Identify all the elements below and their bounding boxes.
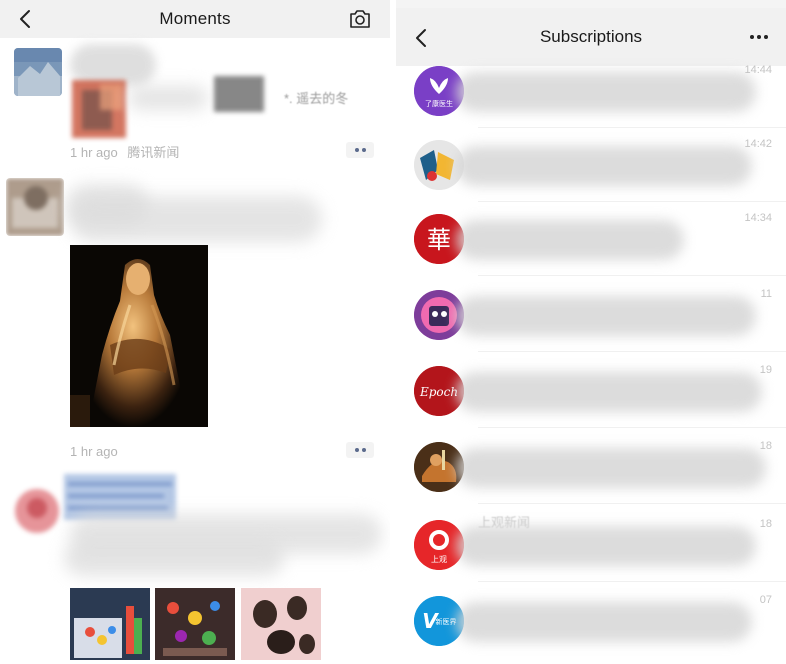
moments-header: Moments [0, 0, 390, 38]
redacted-summary [456, 72, 756, 112]
subscription-item[interactable]: 14:42 [396, 130, 786, 202]
row-divider [478, 503, 786, 504]
badge-text: 了康医生 [425, 99, 453, 108]
post-photo-thumbnail[interactable] [241, 588, 321, 660]
post-photo-thumbnail[interactable] [155, 588, 235, 660]
badge-subtext: 新医界 [436, 617, 457, 626]
badge-text: Epoch [419, 385, 458, 399]
dot-icon [361, 148, 366, 152]
post-time: 1 hr ago [70, 444, 118, 459]
redacted-summary [456, 146, 752, 186]
redacted-summary [456, 220, 684, 260]
redacted-summary [456, 296, 756, 336]
row-divider [478, 581, 786, 582]
avatar[interactable] [12, 486, 62, 536]
redacted-summary [456, 448, 766, 488]
dot-icon [354, 148, 359, 152]
item-time: 14:44 [744, 64, 772, 76]
comment-button[interactable] [346, 142, 374, 158]
subscription-item[interactable]: V 新医界 07 [396, 586, 786, 658]
page-title: Moments [159, 9, 231, 28]
row-divider [478, 351, 786, 352]
item-time: 19 [759, 364, 772, 376]
redacted-summary [456, 526, 756, 566]
more-icon[interactable] [744, 28, 774, 46]
post-source[interactable]: 腾讯新闻 [127, 145, 179, 160]
back-icon[interactable] [14, 7, 36, 31]
avatar[interactable] [6, 178, 64, 236]
redacted-text [128, 86, 208, 110]
page-title: Subscriptions [539, 27, 643, 46]
row-divider [478, 275, 786, 276]
subscription-item[interactable]: 11 [396, 280, 786, 352]
post-time: 1 hr ago [70, 145, 118, 160]
subscription-item[interactable]: 18 [396, 432, 786, 504]
post-meta: 1 hr ago [70, 444, 118, 459]
subscription-item[interactable]: 了康医生 14:44 [396, 56, 786, 128]
row-divider [478, 201, 786, 202]
camera-icon[interactable] [348, 8, 372, 30]
back-icon[interactable] [410, 26, 432, 50]
item-time: 18 [759, 440, 772, 452]
badge-text: 華 [427, 226, 451, 254]
item-time: 18 [759, 518, 772, 530]
redacted-summary [456, 602, 752, 642]
dot-icon [361, 448, 366, 452]
avatar[interactable] [14, 48, 62, 96]
dot-icon [354, 448, 359, 452]
moments-panel: Moments *. 遥去的冬 1 hr ago 腾讯新闻 1 hr ago [0, 0, 390, 664]
row-divider [478, 427, 786, 428]
item-time: 14:34 [744, 212, 772, 224]
redacted-text [214, 76, 264, 112]
post-meta: 1 hr ago 腾讯新闻 [70, 142, 179, 161]
post-excerpt: *. 遥去的冬 [284, 91, 349, 106]
subscription-item[interactable]: Epoch 19 [396, 356, 786, 428]
redacted-image [72, 80, 126, 138]
item-time: 07 [759, 594, 772, 606]
item-time: 14:42 [744, 138, 772, 150]
subscription-item[interactable]: 華 14:34 [396, 204, 786, 276]
post-photo[interactable] [70, 245, 208, 427]
subscription-item[interactable]: 上观 上观新闻 18 [396, 510, 786, 582]
redacted-text [70, 196, 322, 242]
row-divider [478, 127, 786, 128]
redacted-summary [456, 372, 762, 412]
comment-button[interactable] [346, 442, 374, 458]
badge-text: 上观 [431, 555, 447, 564]
redacted-avatar [6, 178, 64, 236]
post-photo-thumbnail[interactable] [70, 588, 150, 660]
redacted-text [64, 540, 284, 576]
subscriptions-panel: Subscriptions 了康医生 14:44 14:42 華 14:34 1… [396, 0, 786, 664]
item-time: 11 [760, 288, 772, 300]
